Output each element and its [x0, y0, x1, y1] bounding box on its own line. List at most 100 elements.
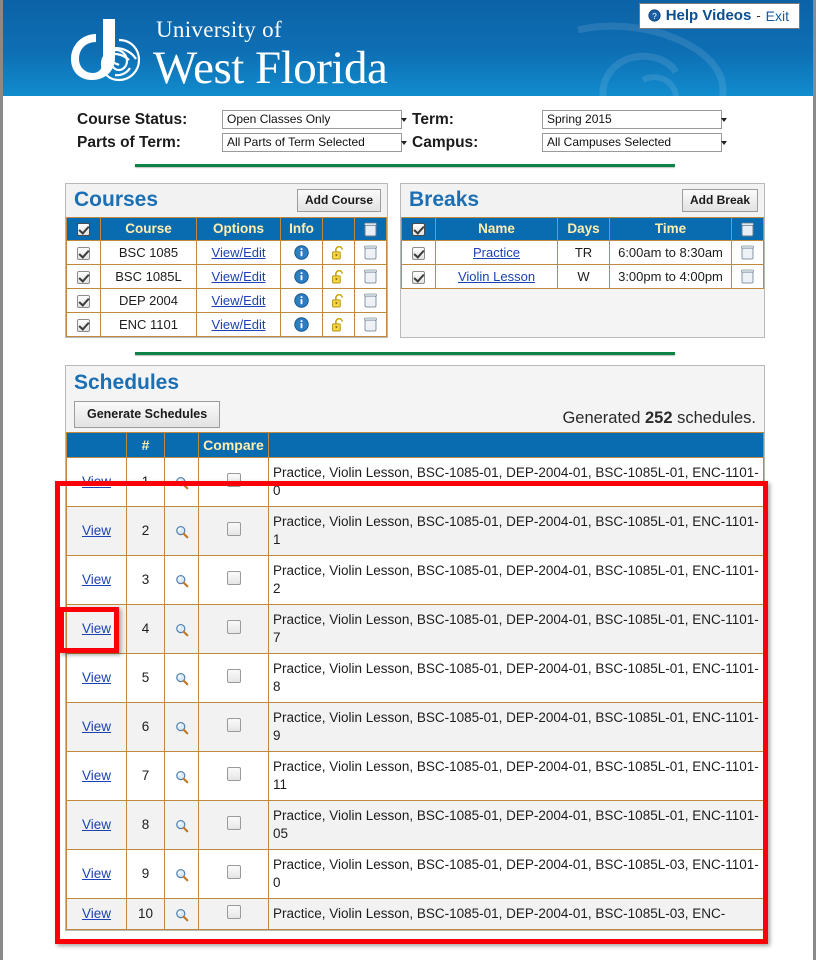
- campus-select-wrap[interactable]: All Campuses Selected: [542, 133, 732, 152]
- schedule-compare-cell[interactable]: [198, 554, 269, 605]
- course-options-cell[interactable]: View/Edit: [196, 263, 281, 289]
- course-lock-cell[interactable]: [322, 263, 355, 289]
- courses-select-all-header[interactable]: [66, 217, 101, 241]
- schedule-compare-cell[interactable]: [198, 799, 269, 850]
- view-link[interactable]: View: [82, 719, 111, 734]
- magnifier-icon[interactable]: [175, 770, 189, 784]
- schedule-view-cell[interactable]: View: [66, 799, 127, 850]
- magnifier-icon[interactable]: [175, 623, 189, 637]
- view-link[interactable]: View: [82, 866, 111, 881]
- course-info-cell[interactable]: [280, 287, 323, 313]
- course-row-checkbox-cell[interactable]: [66, 311, 101, 337]
- schedule-view-cell[interactable]: View: [66, 652, 127, 703]
- break-delete-cell[interactable]: [731, 239, 764, 265]
- break-name-link[interactable]: Practice: [473, 245, 520, 260]
- view-edit-link[interactable]: View/Edit: [212, 245, 266, 260]
- schedule-view-cell[interactable]: View: [66, 750, 127, 801]
- course-row-checkbox[interactable]: [77, 294, 90, 308]
- schedule-compare-cell[interactable]: [198, 897, 269, 930]
- exit-link[interactable]: Exit: [766, 8, 789, 24]
- course-info-cell[interactable]: [280, 263, 323, 289]
- schedule-view-cell[interactable]: View: [66, 603, 127, 654]
- courses-delete-header[interactable]: [354, 217, 387, 241]
- break-row-checkbox-cell[interactable]: [401, 239, 436, 265]
- compare-checkbox[interactable]: [226, 816, 241, 831]
- compare-checkbox[interactable]: [226, 865, 241, 880]
- magnifier-icon[interactable]: [175, 819, 189, 833]
- unlock-icon[interactable]: [331, 269, 346, 285]
- view-link[interactable]: View: [82, 817, 111, 832]
- course-options-cell[interactable]: View/Edit: [196, 287, 281, 313]
- course-lock-cell[interactable]: [322, 311, 355, 337]
- course-status-select-wrap[interactable]: Open Classes Only: [222, 110, 412, 129]
- magnifier-icon[interactable]: [175, 721, 189, 735]
- compare-checkbox[interactable]: [226, 522, 241, 537]
- unlock-icon[interactable]: [331, 317, 346, 333]
- schedule-preview-cell[interactable]: [164, 799, 199, 850]
- course-row-checkbox[interactable]: [77, 318, 90, 332]
- view-edit-link[interactable]: View/Edit: [212, 269, 266, 284]
- break-row-checkbox[interactable]: [412, 246, 425, 260]
- course-options-cell[interactable]: View/Edit: [196, 311, 281, 337]
- term-select-wrap[interactable]: Spring 2015: [542, 110, 732, 129]
- course-delete-cell[interactable]: [354, 239, 387, 265]
- trash-icon[interactable]: [741, 222, 754, 237]
- course-delete-cell[interactable]: [354, 263, 387, 289]
- info-icon[interactable]: [294, 317, 309, 333]
- course-row-checkbox[interactable]: [77, 246, 90, 260]
- info-icon[interactable]: [294, 293, 309, 309]
- course-info-cell[interactable]: [280, 239, 323, 265]
- breaks-select-all-header[interactable]: [401, 217, 436, 241]
- breaks-select-all-checkbox[interactable]: [412, 223, 425, 237]
- break-name-link[interactable]: Violin Lesson: [458, 269, 535, 284]
- break-row-checkbox-cell[interactable]: [401, 263, 436, 289]
- schedule-preview-cell[interactable]: [164, 505, 199, 556]
- compare-checkbox[interactable]: [226, 620, 241, 635]
- schedule-compare-cell[interactable]: [198, 603, 269, 654]
- schedule-preview-cell[interactable]: [164, 456, 199, 507]
- view-link[interactable]: View: [82, 768, 111, 783]
- schedule-preview-cell[interactable]: [164, 848, 199, 899]
- compare-checkbox[interactable]: [226, 473, 241, 488]
- compare-checkbox[interactable]: [226, 718, 241, 733]
- add-break-button[interactable]: Add Break: [681, 188, 758, 212]
- schedule-view-cell[interactable]: View: [66, 897, 127, 930]
- schedule-view-cell[interactable]: View: [66, 701, 127, 752]
- course-row-checkbox-cell[interactable]: [66, 239, 101, 265]
- schedule-compare-cell[interactable]: [198, 848, 269, 899]
- view-link[interactable]: View: [82, 621, 111, 636]
- schedule-view-cell[interactable]: View: [66, 848, 127, 899]
- magnifier-icon[interactable]: [175, 672, 189, 686]
- schedule-view-cell[interactable]: View: [66, 505, 127, 556]
- course-row-checkbox-cell[interactable]: [66, 263, 101, 289]
- break-row-checkbox[interactable]: [412, 270, 425, 284]
- schedule-compare-cell[interactable]: [198, 456, 269, 507]
- campus-select[interactable]: All Campuses Selected: [542, 133, 722, 152]
- add-course-button[interactable]: Add Course: [296, 188, 381, 212]
- trash-icon[interactable]: [364, 269, 377, 284]
- trash-icon[interactable]: [364, 245, 377, 260]
- schedule-compare-cell[interactable]: [198, 701, 269, 752]
- term-select[interactable]: Spring 2015: [542, 110, 722, 129]
- trash-icon[interactable]: [364, 293, 377, 308]
- uwf-logo[interactable]: University of West Florida: [69, 18, 388, 93]
- compare-checkbox[interactable]: [226, 905, 241, 920]
- compare-checkbox[interactable]: [226, 571, 241, 586]
- schedule-preview-cell[interactable]: [164, 554, 199, 605]
- course-delete-cell[interactable]: [354, 311, 387, 337]
- schedule-preview-cell[interactable]: [164, 897, 199, 930]
- trash-icon[interactable]: [741, 269, 754, 284]
- unlock-icon[interactable]: [331, 293, 346, 309]
- info-icon[interactable]: [294, 269, 309, 285]
- break-delete-cell[interactable]: [731, 263, 764, 289]
- view-link[interactable]: View: [82, 906, 111, 921]
- view-edit-link[interactable]: View/Edit: [212, 317, 266, 332]
- schedule-preview-cell[interactable]: [164, 750, 199, 801]
- course-lock-cell[interactable]: [322, 239, 355, 265]
- course-delete-cell[interactable]: [354, 287, 387, 313]
- info-icon[interactable]: [294, 245, 309, 261]
- courses-select-all-checkbox[interactable]: [77, 223, 90, 237]
- view-link[interactable]: View: [82, 670, 111, 685]
- trash-icon[interactable]: [364, 317, 377, 332]
- magnifier-icon[interactable]: [175, 908, 189, 922]
